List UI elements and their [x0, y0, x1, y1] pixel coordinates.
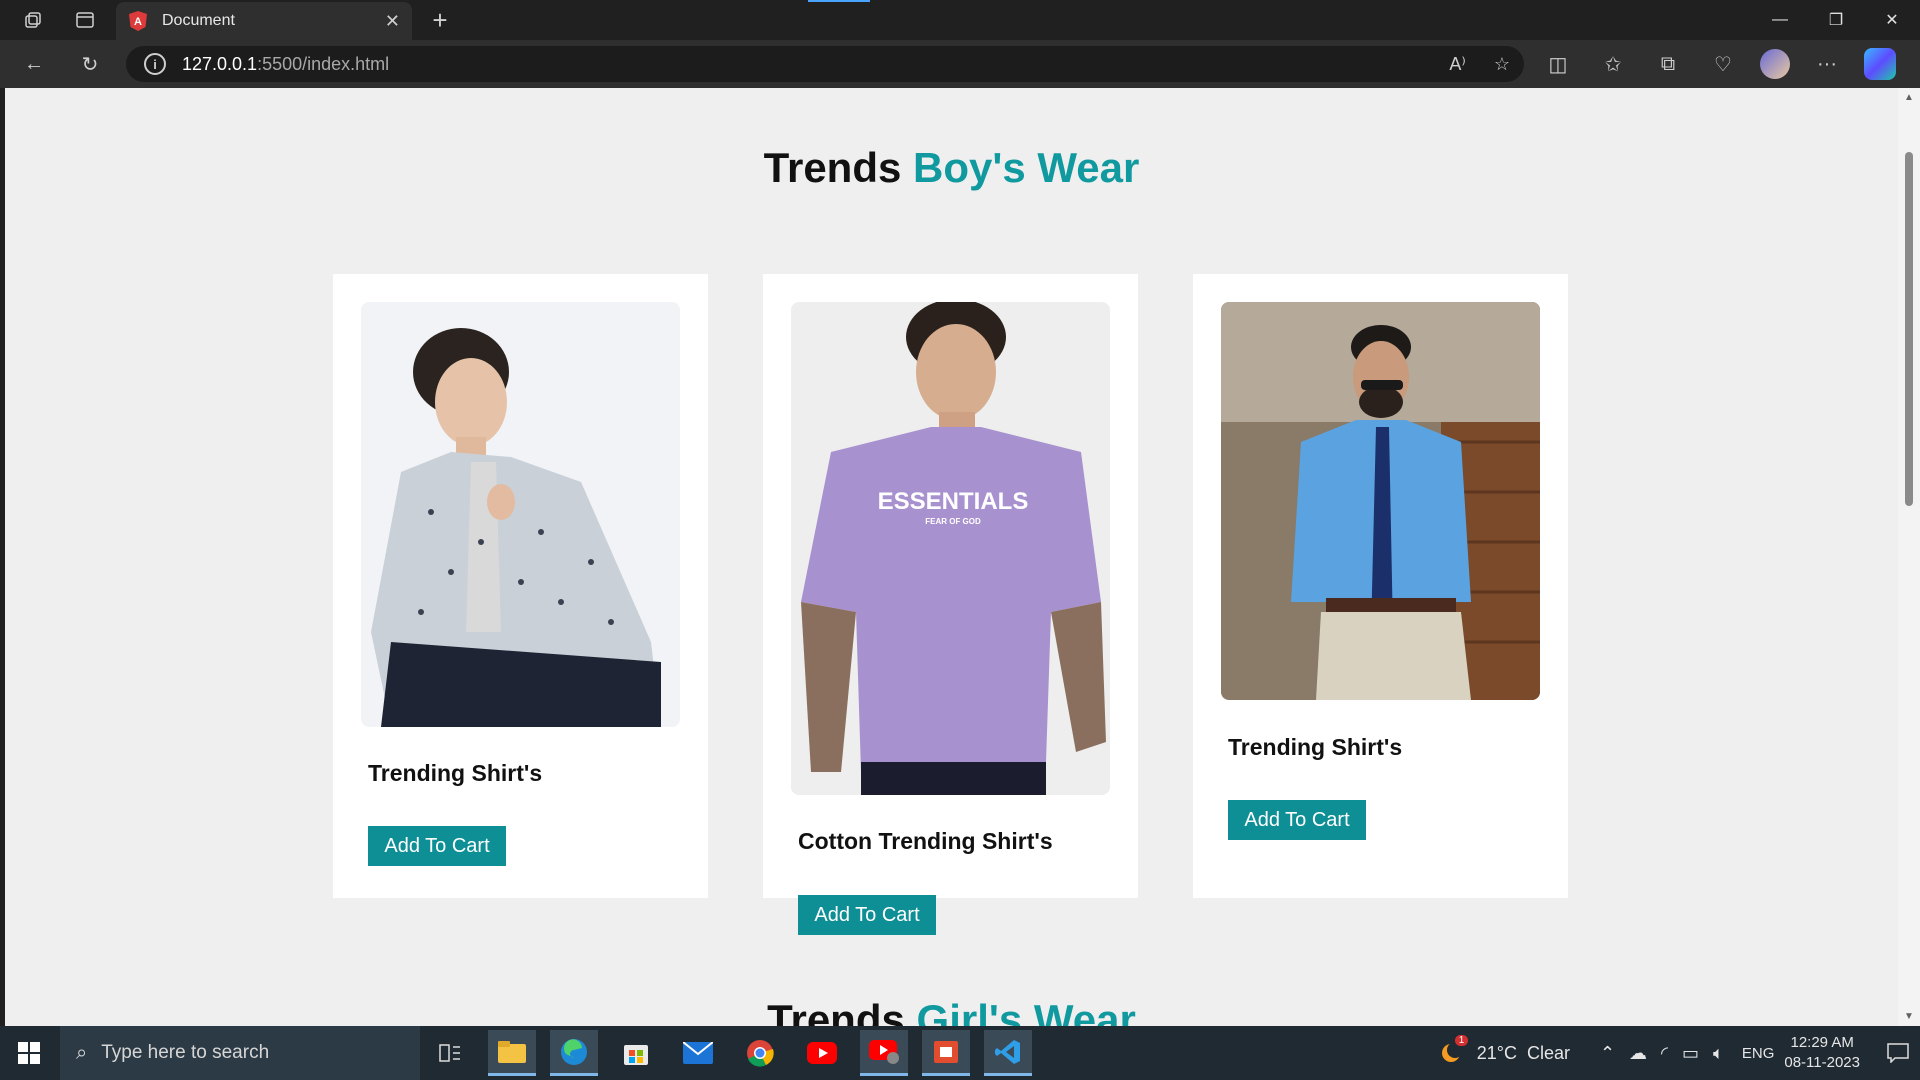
title-bar: A Document ✕ + — ❐ ✕: [0, 0, 1920, 40]
tab-title: Document: [162, 12, 235, 29]
heading-prefix: Trends: [767, 996, 905, 1026]
network-icon[interactable]: ◜: [1661, 1043, 1668, 1064]
favorites-icon[interactable]: ✩: [1595, 46, 1631, 82]
heading-prefix: Trends: [763, 144, 902, 191]
new-tab-icon[interactable]: +: [420, 0, 460, 40]
section-heading-girls: Trends Girl's Wear: [5, 996, 1898, 1026]
scroll-down-icon[interactable]: ▼: [1904, 1011, 1914, 1022]
close-window-icon[interactable]: ✕: [1864, 0, 1920, 40]
refresh-icon[interactable]: ↻: [72, 48, 108, 80]
add-to-cart-button[interactable]: Add To Cart: [1228, 800, 1366, 840]
search-placeholder: Type here to search: [101, 1042, 270, 1063]
url-host: 127.0.0.1: [182, 53, 258, 74]
product-card: ESSENTIALS FEAR OF GOD Cotton Trending S…: [763, 274, 1138, 935]
heading-accent: Boy's Wear: [913, 144, 1140, 191]
language-indicator[interactable]: ENG: [1742, 1045, 1775, 1062]
task-view-icon[interactable]: [426, 1030, 474, 1076]
add-to-cart-button[interactable]: Add To Cart: [368, 826, 506, 866]
weather-icon[interactable]: 1: [1439, 1034, 1469, 1068]
window-controls: — ❐ ✕: [1752, 0, 1920, 40]
show-hidden-icons[interactable]: ⌃: [1600, 1043, 1615, 1064]
onedrive-icon[interactable]: ☁: [1629, 1043, 1647, 1064]
volume-icon[interactable]: 🔈︎: [1713, 1043, 1724, 1064]
tshirt-print: ESSENTIALS: [878, 488, 1029, 515]
address-bar[interactable]: i 127.0.0.1:5500/index.html A⁾ ☆: [126, 46, 1524, 82]
weather-badge: 1: [1454, 1034, 1469, 1046]
taskbar: ⌕ Type here to search 1 21°C Clear ⌃ ☁ ◜…: [0, 1026, 1920, 1080]
close-tab-icon[interactable]: ✕: [385, 11, 400, 32]
product-title: Trending Shirt's: [1228, 734, 1403, 760]
battery-icon[interactable]: ▭: [1682, 1043, 1699, 1064]
vscode-icon[interactable]: [984, 1030, 1032, 1076]
weather-text[interactable]: 21°C Clear: [1477, 1043, 1570, 1064]
more-options-icon[interactable]: ···: [1809, 46, 1845, 82]
site-info-icon[interactable]: i: [144, 53, 166, 75]
product-title: Cotton Trending Shirt's: [798, 828, 1053, 854]
youtube-app-icon[interactable]: [860, 1030, 908, 1076]
system-tray: 1 21°C Clear ⌃ ☁ ◜ ▭ 🔈︎ ENG 12:29 AM 08-…: [1439, 1026, 1920, 1080]
clock-time: 12:29 AM: [1790, 1034, 1854, 1051]
scroll-up-icon[interactable]: ▲: [1904, 92, 1914, 103]
favorite-star-icon[interactable]: ☆: [1494, 54, 1510, 75]
loading-indicator: [808, 0, 870, 2]
windows-start-icon[interactable]: [8, 1034, 50, 1072]
add-to-cart-button[interactable]: Add To Cart: [798, 895, 936, 935]
scrollbar-thumb[interactable]: [1905, 152, 1913, 506]
url-path: :5500/index.html: [257, 53, 390, 74]
back-icon[interactable]: ←: [16, 48, 52, 80]
youtube-icon[interactable]: [798, 1030, 846, 1076]
tab-actions-icon[interactable]: [60, 0, 110, 40]
page-scrollbar[interactable]: ▲ ▼: [1898, 88, 1920, 1026]
page-viewport: Trends Boy's Wear Trending Shirt's Add T…: [5, 88, 1898, 1026]
search-icon: ⌕: [76, 1041, 88, 1064]
browser-toolbar: ◫ ✩ ⧉ ♡ ···: [1540, 46, 1896, 82]
product-image-purple-tshirt: ESSENTIALS FEAR OF GOD: [791, 302, 1110, 795]
svg-text:A: A: [134, 16, 142, 28]
product-title: Trending Shirt's: [368, 760, 543, 786]
read-aloud-icon[interactable]: A⁾: [1449, 54, 1465, 75]
notifications-icon[interactable]: [1876, 1043, 1920, 1063]
split-screen-icon[interactable]: ◫: [1540, 46, 1576, 82]
taskbar-search[interactable]: ⌕ Type here to search: [60, 1026, 420, 1080]
angular-favicon-icon: A: [128, 11, 148, 31]
browser-tab[interactable]: A Document ✕: [116, 2, 412, 40]
pdf-app-icon[interactable]: [922, 1030, 970, 1076]
heading-accent: Girl's Wear: [916, 996, 1136, 1026]
clock-date: 08-11-2023: [1784, 1054, 1860, 1071]
tshirt-subprint: FEAR OF GOD: [925, 517, 981, 526]
chrome-icon[interactable]: [736, 1030, 784, 1076]
navigation-bar: ← ↻ i 127.0.0.1:5500/index.html A⁾ ☆ ◫ ✩…: [0, 40, 1920, 88]
restore-icon[interactable]: ❐: [1808, 0, 1864, 40]
profile-avatar[interactable]: [1760, 49, 1790, 79]
section-heading-boys: Trends Boy's Wear: [5, 144, 1898, 192]
minimize-icon[interactable]: —: [1752, 0, 1808, 40]
clock[interactable]: 12:29 AM 08-11-2023: [1784, 1033, 1860, 1073]
browser-essentials-icon[interactable]: ♡: [1705, 46, 1741, 82]
collections-icon[interactable]: ⧉: [1650, 46, 1686, 82]
copilot-icon[interactable]: [1864, 48, 1896, 80]
microsoft-store-icon[interactable]: [612, 1030, 660, 1076]
product-card: Trending Shirt's Add To Cart: [1193, 274, 1568, 898]
product-image-printed-shirt: [361, 302, 680, 727]
workspaces-icon[interactable]: [8, 0, 58, 40]
product-image-blue-shirt: [1221, 302, 1540, 700]
product-card: Trending Shirt's Add To Cart: [333, 274, 708, 898]
file-explorer-icon[interactable]: [488, 1030, 536, 1076]
mail-icon[interactable]: [674, 1030, 722, 1076]
edge-browser-icon[interactable]: [550, 1030, 598, 1076]
